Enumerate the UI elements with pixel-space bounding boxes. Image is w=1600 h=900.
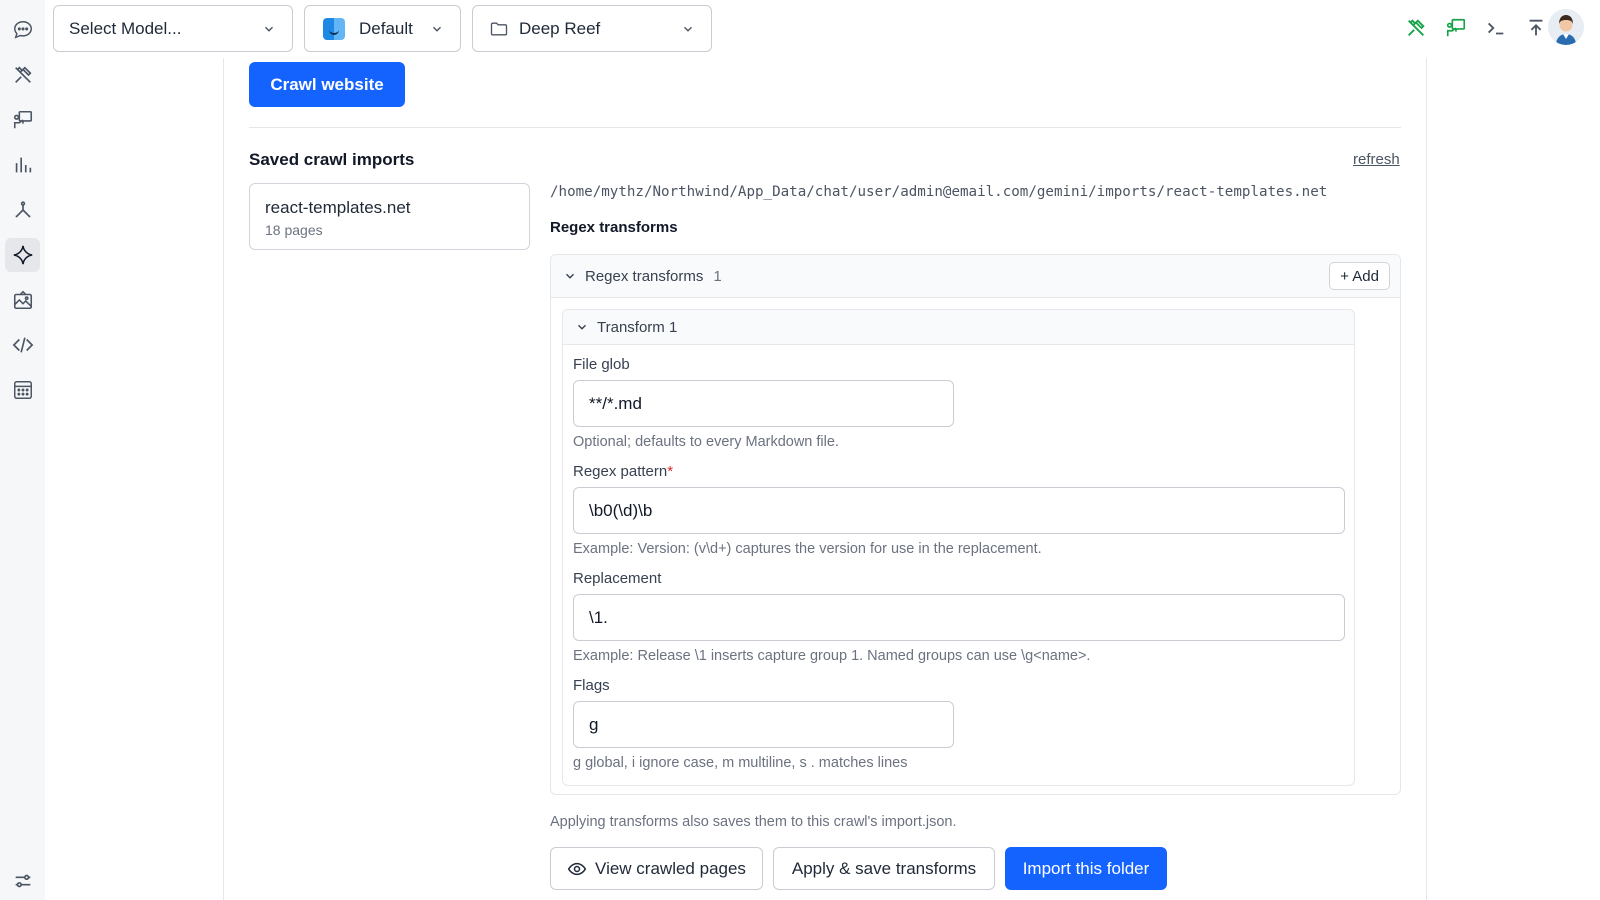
import-path: /home/mythz/Northwind/App_Data/chat/user…	[550, 184, 1328, 200]
profile-select-value: Default	[359, 18, 413, 38]
sliders-icon	[15, 874, 30, 888]
regex-pattern-label-text: Regex pattern	[573, 463, 668, 480]
sparkle-icon	[13, 245, 32, 265]
import-card-react-templates[interactable]: react-templates.net 18 pages	[249, 183, 530, 250]
code-icon	[12, 337, 33, 353]
flags-input[interactable]: g	[573, 701, 954, 748]
refresh-link[interactable]: refresh	[1353, 151, 1400, 168]
regex-panel-header[interactable]: Regex transforms 1 + Add	[551, 255, 1400, 298]
apply-save-transforms-button[interactable]: Apply & save transforms	[773, 847, 995, 890]
user-avatar[interactable]	[1548, 9, 1584, 45]
regex-pattern-help: Example: Version: (v\d+) captures the ve…	[573, 541, 1042, 557]
flags-label: Flags	[573, 677, 610, 694]
regex-pattern-label: Regex pattern*	[573, 463, 673, 480]
finder-icon	[323, 17, 345, 40]
chevron-down-icon	[578, 324, 586, 330]
sidebar-item-chat[interactable]	[5, 13, 40, 47]
regex-pattern-input[interactable]: \b0(\d)\b	[573, 487, 1345, 534]
import-folder-button[interactable]: Import this folder	[1005, 847, 1167, 890]
regex-panel-title: Regex transforms	[585, 267, 704, 285]
model-select-value: Select Model...	[69, 18, 182, 38]
sidebar-item-code[interactable]	[5, 328, 40, 362]
saved-imports-title: Saved crawl imports	[249, 150, 415, 169]
file-glob-help: Optional; defaults to every Markdown fil…	[573, 434, 839, 450]
divider	[249, 127, 1401, 128]
folder-select-value: Deep Reef	[519, 18, 601, 38]
model-select[interactable]: Select Model...	[53, 5, 293, 52]
sidebar-item-tools[interactable]	[5, 58, 40, 92]
import-page-count: 18 pages	[265, 222, 323, 238]
sidebar-item-gallery[interactable]	[5, 283, 40, 317]
flags-help: g global, i ignore case, m multiline, s …	[573, 755, 908, 771]
transform-count: 1	[713, 267, 722, 285]
folder-icon	[490, 22, 508, 35]
replacement-input[interactable]: \1.	[573, 594, 1345, 641]
transform-header[interactable]: Transform 1	[563, 310, 1354, 345]
folder-select[interactable]: Deep Reef	[472, 5, 712, 52]
view-crawled-pages-label: View crawled pages	[595, 858, 746, 878]
bar-chart-icon	[15, 157, 31, 173]
chevron-down-icon	[684, 26, 692, 32]
sidebar-item-gemini[interactable]	[5, 238, 40, 272]
transform-title: Transform 1	[597, 318, 678, 336]
nodes-icon	[15, 201, 30, 218]
tools-icon	[14, 66, 32, 83]
content-border-right	[1426, 58, 1427, 900]
eye-icon	[567, 862, 587, 875]
import-name: react-templates.net	[265, 198, 411, 217]
content-border-left	[223, 58, 224, 900]
required-marker: *	[667, 463, 674, 480]
sidebar-item-analytics[interactable]	[5, 148, 40, 182]
transform-card: Transform 1 File glob **/*.md Optional; …	[562, 309, 1355, 786]
file-glob-input[interactable]: **/*.md	[573, 380, 954, 427]
regex-transforms-heading: Regex transforms	[550, 219, 678, 236]
sidebar-item-presentations[interactable]	[5, 103, 40, 137]
chevron-down-icon	[433, 26, 441, 32]
add-transform-button[interactable]: + Add	[1329, 262, 1390, 290]
left-rail	[0, 0, 45, 900]
sidebar-item-nodes[interactable]	[5, 193, 40, 227]
settings-sliders-button[interactable]	[5, 864, 40, 898]
chevron-down-icon	[265, 26, 273, 32]
terminal-button[interactable]	[1482, 14, 1510, 42]
tools-button[interactable]	[1402, 14, 1430, 42]
chevron-down-icon	[566, 273, 574, 279]
view-crawled-pages-button[interactable]: View crawled pages	[550, 847, 763, 890]
avatar-icon	[1548, 9, 1584, 45]
replacement-help: Example: Release \1 inserts capture grou…	[573, 648, 1091, 664]
regex-transforms-panel: Regex transforms 1 + Add Transform 1 Fil…	[550, 254, 1401, 795]
tools-icon	[1408, 19, 1425, 36]
profile-select[interactable]: Default	[304, 5, 461, 52]
calculator-icon	[13, 381, 32, 399]
chat-bubble-teacher-icon	[1446, 18, 1466, 37]
apply-note: Applying transforms also saves them to t…	[550, 814, 957, 830]
presenter-icon	[13, 110, 32, 129]
chat-bubble-icon	[13, 21, 32, 39]
replacement-label: Replacement	[573, 570, 662, 587]
sidebar-item-calculator[interactable]	[5, 373, 40, 407]
presenter-button[interactable]	[1442, 14, 1470, 42]
upload-icon	[1529, 19, 1543, 36]
top-bar: Select Model... Default Deep Reef	[45, 0, 1600, 58]
file-glob-label: File glob	[573, 356, 630, 373]
image-icon	[13, 290, 32, 310]
crawl-website-button[interactable]: Crawl website	[249, 62, 405, 107]
terminal-icon	[1488, 22, 1504, 35]
upload-button[interactable]	[1522, 14, 1550, 42]
